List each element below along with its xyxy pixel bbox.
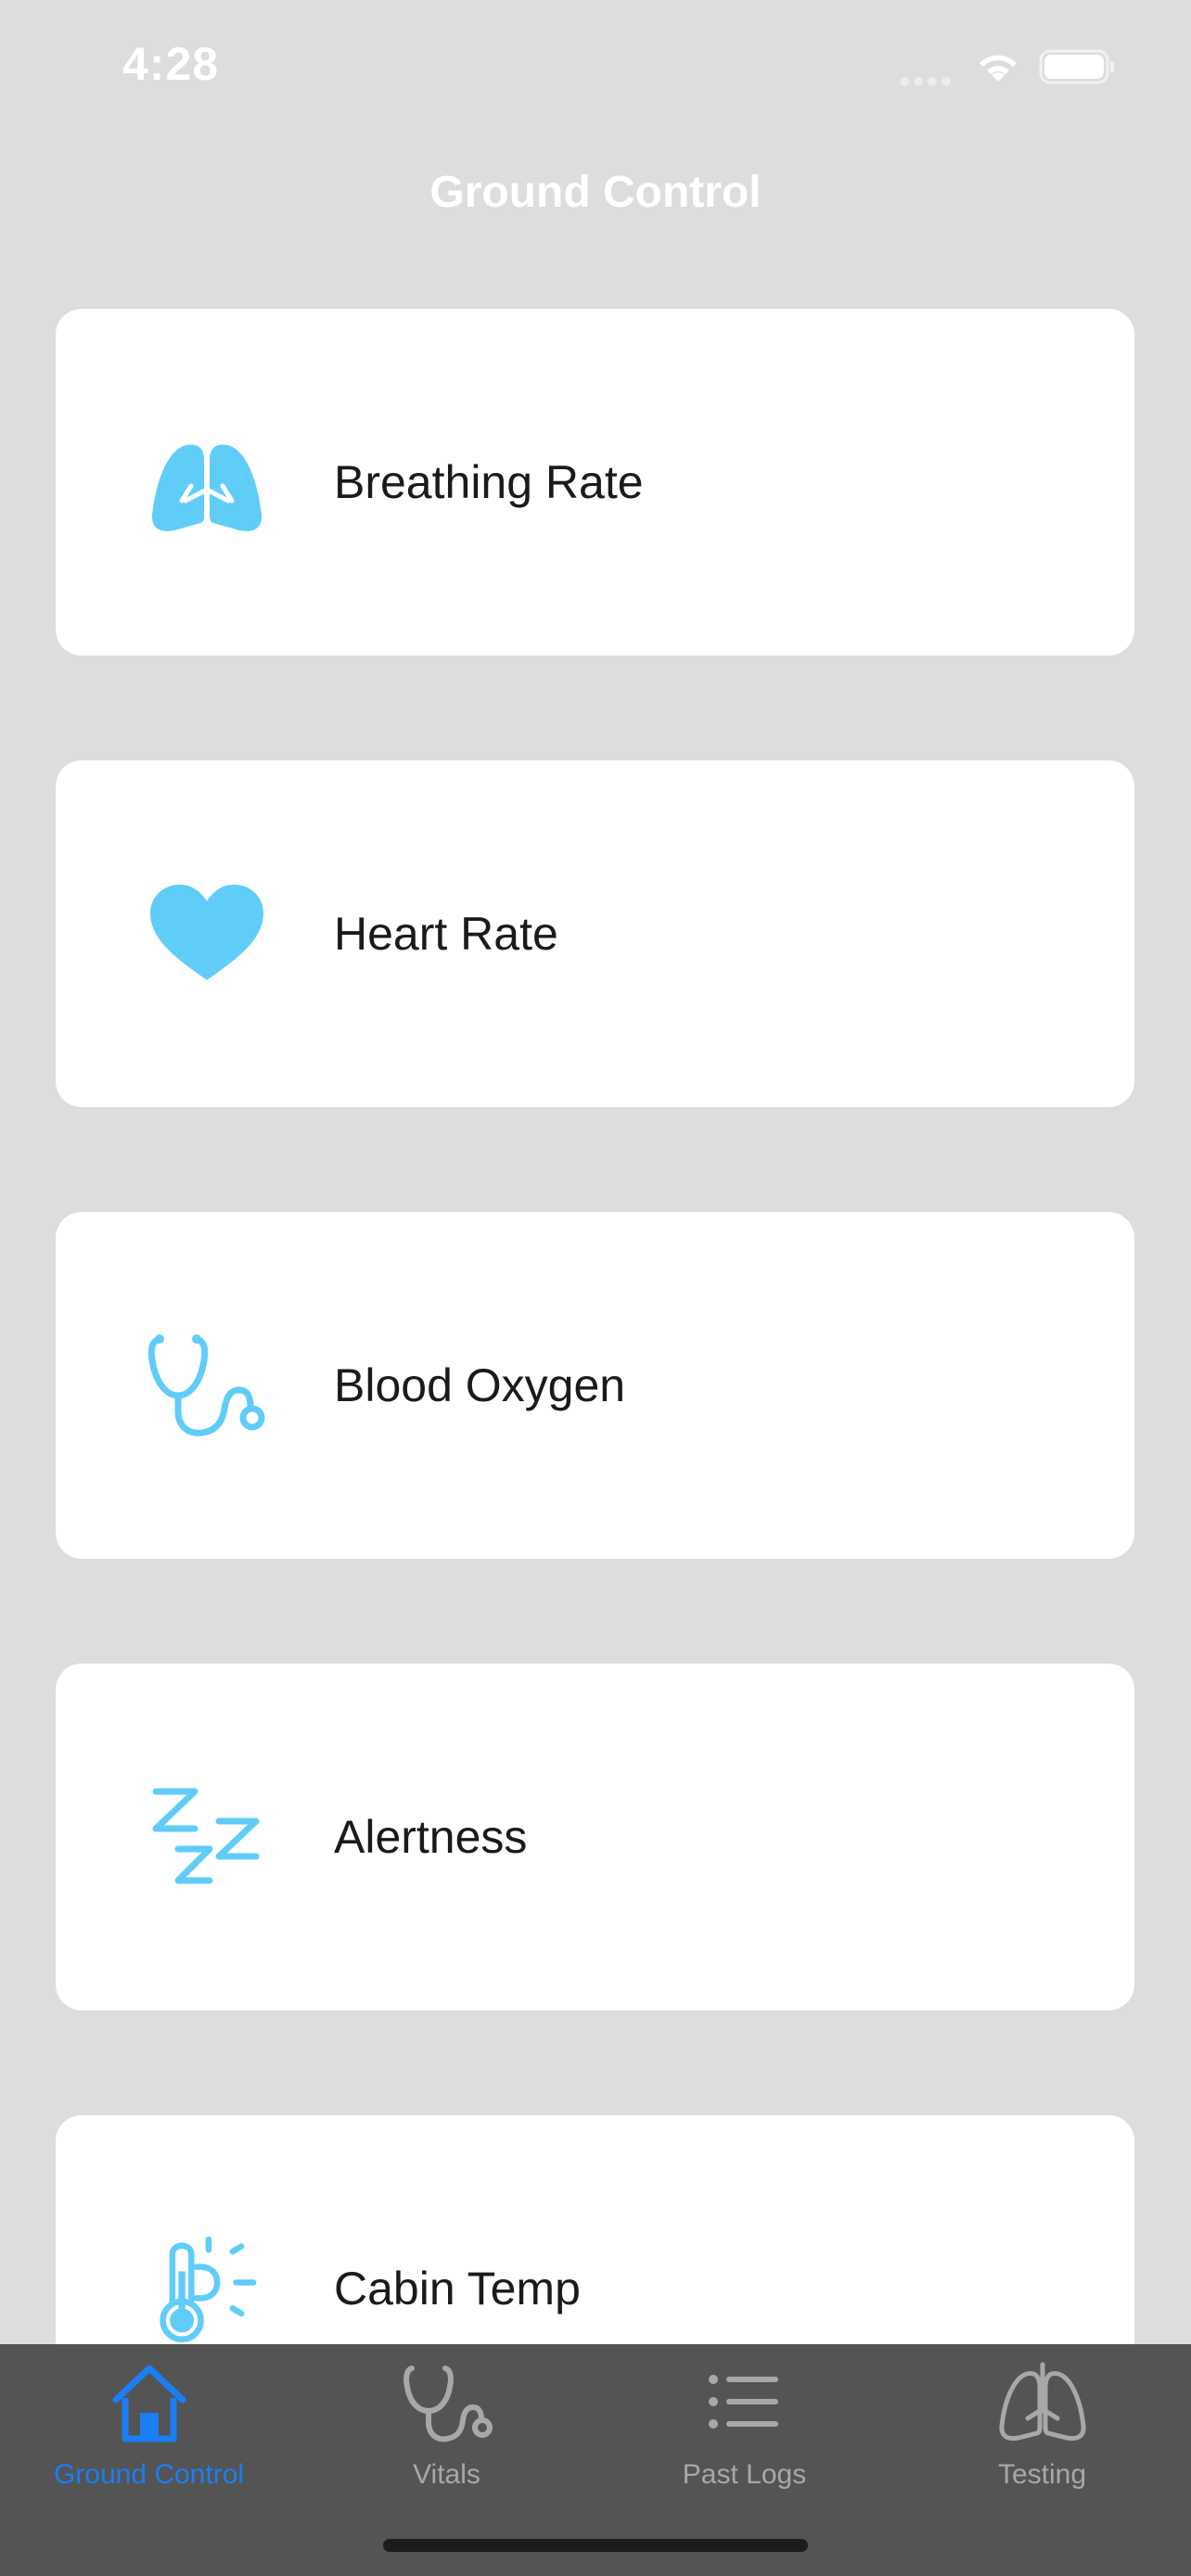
card-label: Blood Oxygen (334, 1359, 626, 1411)
stethoscope-icon (403, 2366, 493, 2442)
lungs-icon (998, 2362, 1086, 2442)
stethoscope-icon (147, 1325, 267, 1446)
zzz-icon (147, 1777, 267, 1897)
cellular-signal-icon (900, 74, 955, 86)
home-indicator[interactable] (383, 2539, 808, 2552)
thermometer-sun-icon (147, 2228, 267, 2349)
house-icon (112, 2365, 186, 2442)
tab-vitals[interactable]: Vitals (298, 2344, 596, 2511)
list-icon (708, 2375, 778, 2429)
card-label: Breathing Rate (334, 456, 644, 508)
card-blood-oxygen[interactable]: Blood Oxygen (56, 1212, 1134, 1559)
page-title: Ground Control (429, 168, 762, 217)
status-time: 4:28 (122, 38, 220, 90)
tab-label: Vitals (413, 2459, 480, 2490)
metrics-list: Breathing Rate Heart Rate Blood Oxygen A… (56, 309, 1134, 2567)
card-alertness[interactable]: Alertness (56, 1664, 1134, 2010)
tab-ground-control[interactable]: Ground Control (0, 2344, 298, 2511)
tab-past-logs[interactable]: Past Logs (596, 2344, 893, 2511)
status-bar: 4:28 (0, 0, 1191, 139)
wifi-icon (980, 55, 1017, 82)
card-label: Heart Rate (334, 908, 558, 960)
heart-icon (147, 874, 267, 994)
tab-label: Testing (997, 2459, 1087, 2490)
card-label: Alertness (334, 1811, 528, 1863)
tab-label: Past Logs (682, 2459, 807, 2490)
card-heart-rate[interactable]: Heart Rate (56, 760, 1134, 1107)
tab-label: Ground Control (53, 2459, 245, 2490)
lungs-icon (147, 422, 267, 542)
battery-icon (1039, 49, 1114, 84)
card-breathing-rate[interactable]: Breathing Rate (56, 309, 1134, 656)
tab-testing[interactable]: Testing (893, 2344, 1191, 2511)
